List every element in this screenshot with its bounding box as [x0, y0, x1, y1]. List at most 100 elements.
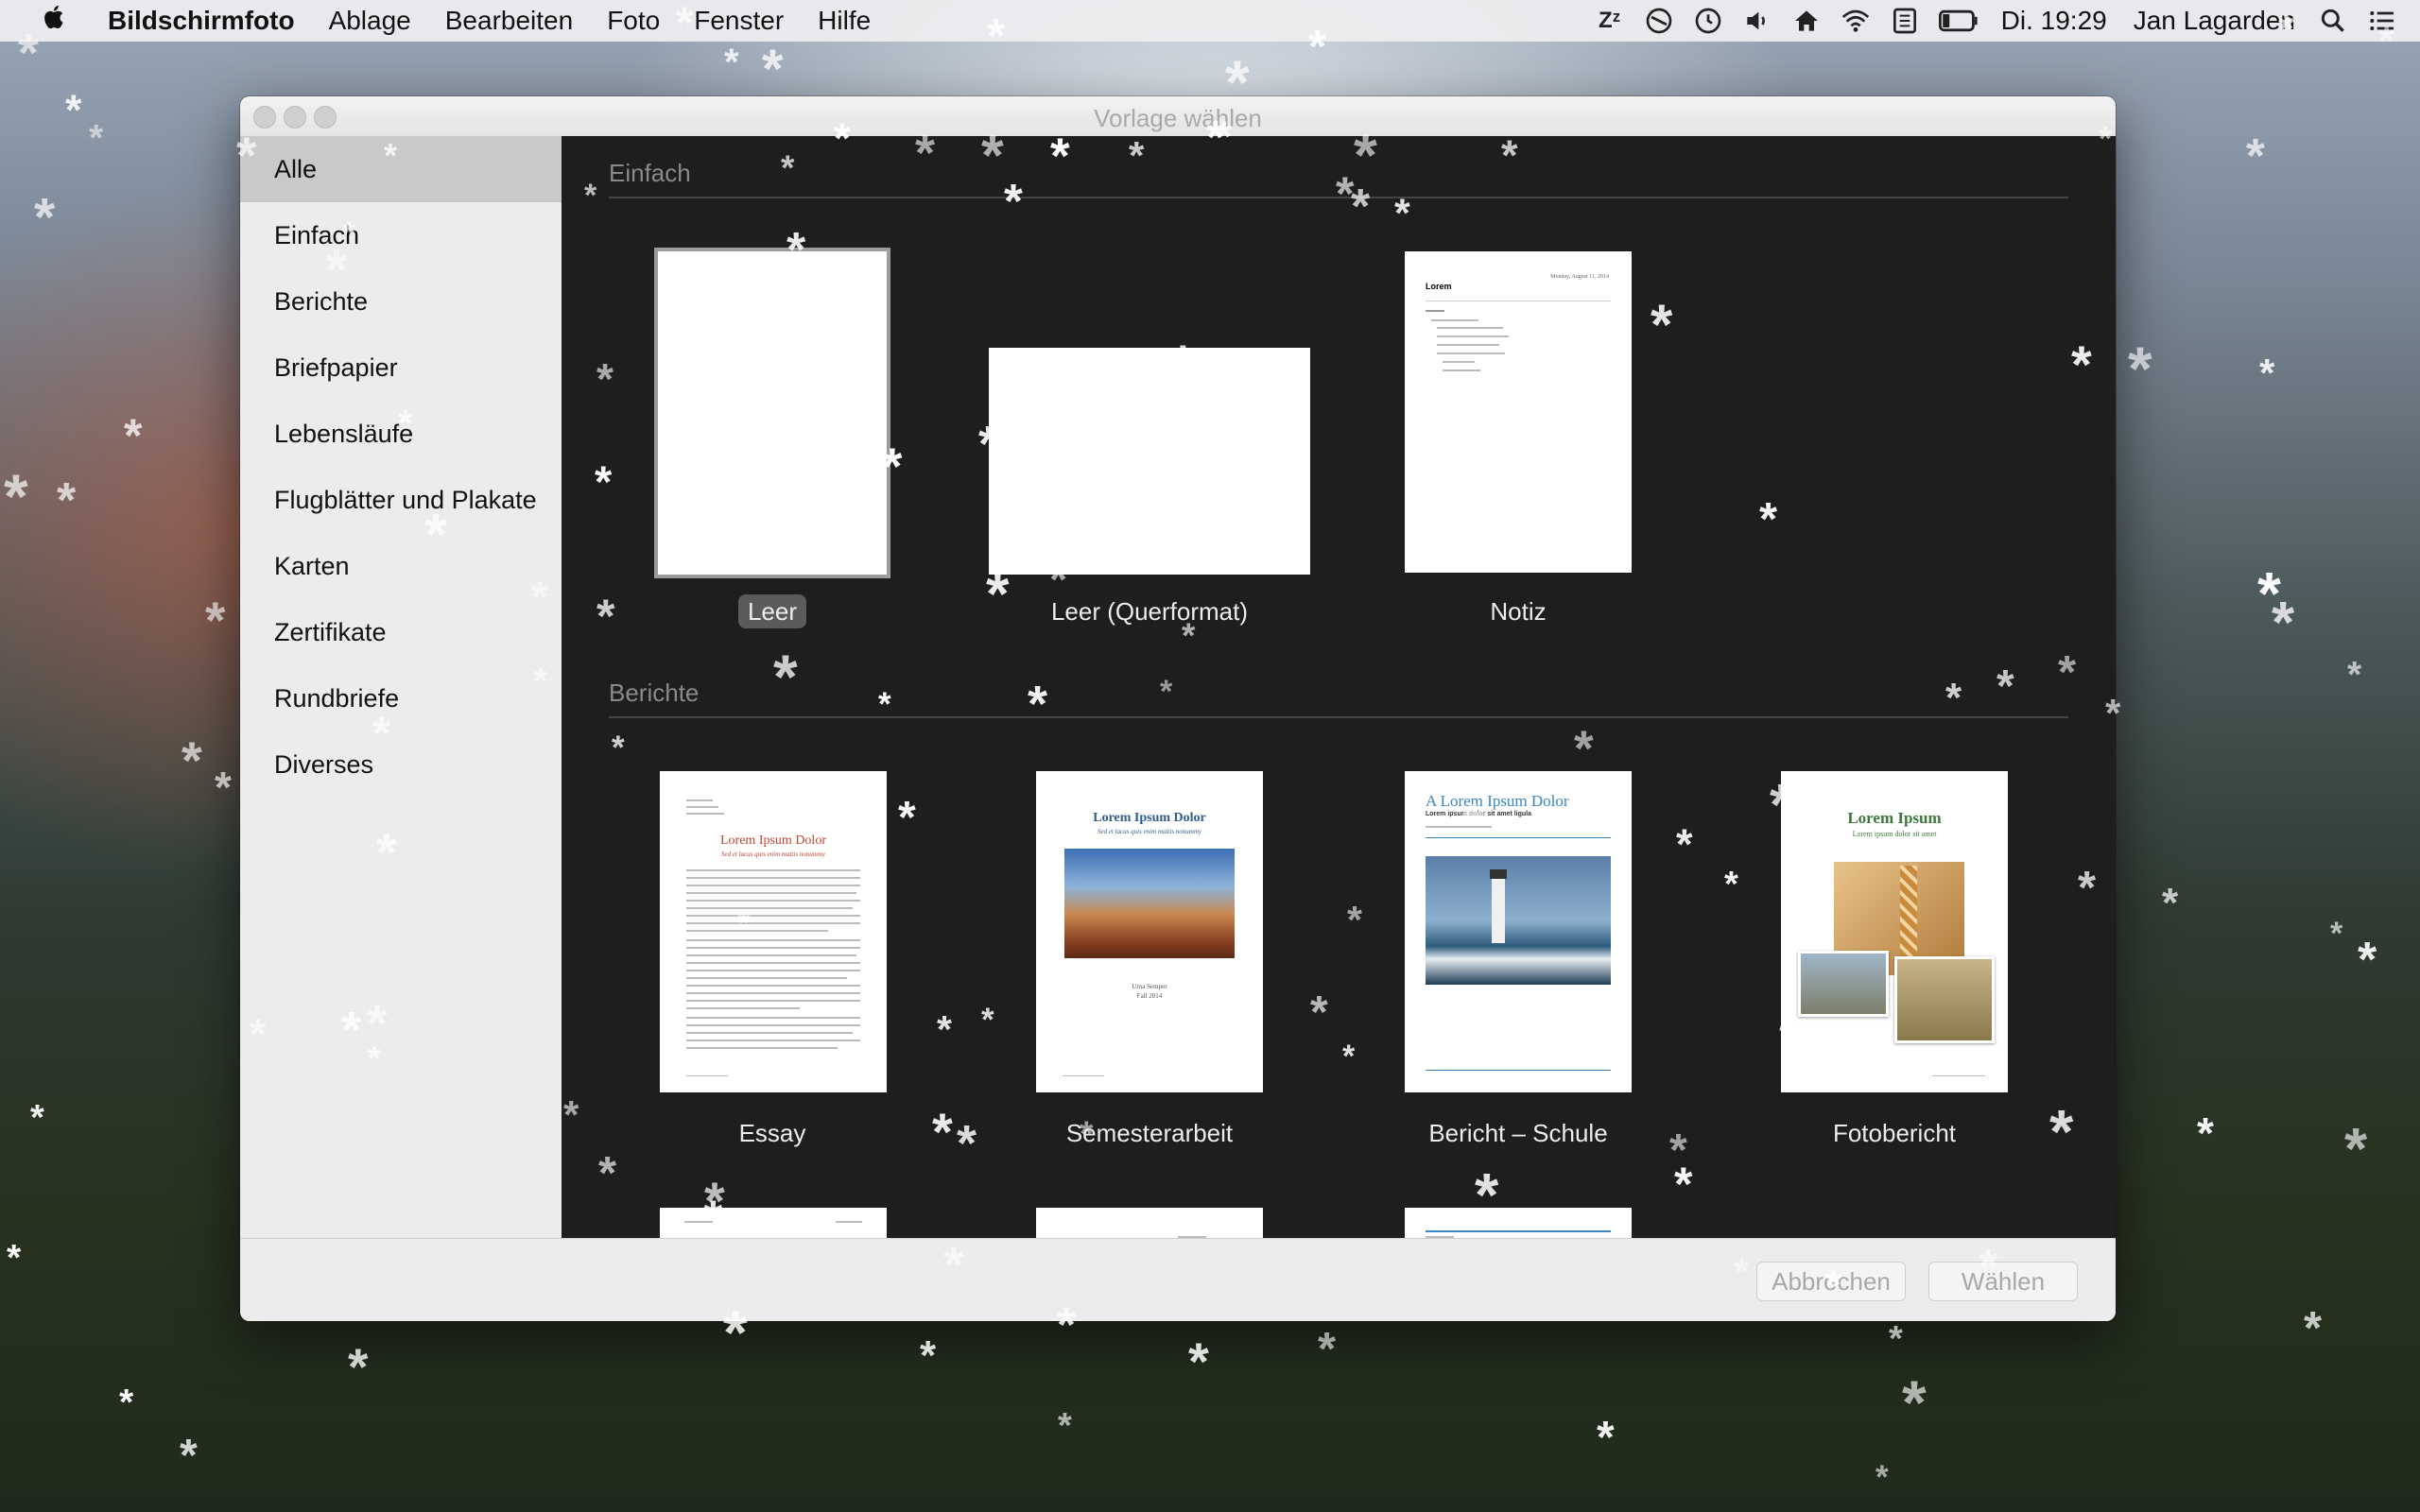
sidebar-item-alle[interactable]: Alle: [240, 136, 562, 202]
template-label-leer-querformat: Leer (Querformat): [1050, 597, 1249, 626]
snowflake-icon: *: [2272, 591, 2295, 656]
foto-thumb-subtitle: Lorem ipsum dolor sit amet: [1852, 830, 1937, 838]
time-machine-icon[interactable]: [1691, 4, 1725, 38]
sidebar-item-lebenslaeufe[interactable]: Lebensläufe: [240, 401, 562, 467]
sleep-icon[interactable]: Zᶻ: [1593, 4, 1627, 38]
menu-fenster[interactable]: Fenster: [688, 6, 789, 36]
menu-bar-clock[interactable]: Di. 19:29: [2001, 6, 2107, 36]
template-label-semesterarbeit: Semesterarbeit: [1065, 1119, 1234, 1147]
canyon-photo: [1064, 849, 1235, 958]
template-thumb-notiz[interactable]: Lorem Monday, August 11, 2014: [1405, 251, 1632, 573]
template-label-leer: Leer: [621, 594, 924, 628]
snowflake-icon: *: [2246, 129, 2265, 182]
essay-thumb-subtitle: Sed et lacus quis enim mattis nonummy: [720, 850, 826, 858]
snowflake-icon: *: [182, 730, 202, 790]
home-icon[interactable]: [1789, 4, 1824, 38]
semester-thumb-subtitle: Sed et lacus quis enim mattis nonummy: [1097, 828, 1202, 835]
battery-icon[interactable]: [1937, 4, 1980, 38]
snowflake-icon: *: [215, 763, 232, 812]
menu-bar: Bildschirmfoto Ablage Bearbeiten Foto Fe…: [0, 0, 2420, 42]
template-thumb-next-1[interactable]: [660, 1208, 887, 1238]
menu-ablage[interactable]: Ablage: [323, 6, 417, 36]
snowflake-icon: *: [1597, 1413, 1615, 1463]
template-thumb-semesterarbeit[interactable]: Lorem Ipsum Dolor Sed et lacus quis enim…: [1036, 771, 1263, 1092]
snowflake-icon: *: [2304, 1303, 2323, 1354]
semester-thumb-term: Fall 2014: [1136, 992, 1163, 1000]
sidebar-item-zertifikate[interactable]: Zertifikate: [240, 599, 562, 665]
snowflake-icon: *: [34, 187, 56, 248]
apple-menu-icon[interactable]: [38, 3, 72, 39]
snowflake-icon: *: [2128, 334, 2152, 404]
snowflake-icon: *: [89, 118, 104, 159]
semester-thumb-title: Lorem Ipsum Dolor: [1093, 811, 1206, 825]
notiz-thumb-date: Monday, August 11, 2014: [1550, 274, 1609, 280]
snowflake-icon: *: [2257, 559, 2281, 627]
snowflake-icon: *: [119, 1383, 134, 1423]
snowflake-icon: *: [180, 1431, 198, 1481]
snowflake-icon: *: [124, 409, 143, 462]
menu-bearbeiten[interactable]: Bearbeiten: [440, 6, 579, 36]
snowflake-icon: *: [1889, 1319, 1903, 1359]
menu-foto[interactable]: Foto: [601, 6, 666, 36]
snowflake-icon: *: [1876, 1459, 1889, 1496]
choose-button[interactable]: Wählen: [1928, 1262, 2078, 1301]
template-thumb-leer-querformat[interactable]: [989, 348, 1310, 575]
template-thumb-essay[interactable]: Lorem Ipsum Dolor Sed et lacus quis enim…: [660, 771, 887, 1092]
category-sidebar: Alle Einfach Berichte Briefpapier Lebens…: [240, 136, 562, 1238]
template-gallery: Einfach Leer Leer (Querformat) Lorem Mon…: [562, 136, 2116, 1238]
lighthouse-photo: [1426, 856, 1611, 985]
sidebar-item-diverses[interactable]: Diverses: [240, 731, 562, 798]
volume-icon[interactable]: [1740, 4, 1774, 38]
meerkat-photo: [1894, 956, 1995, 1043]
snowflake-icon: *: [65, 86, 82, 134]
template-chooser-dialog: Vorlage wählen Alle Einfach Berichte Bri…: [240, 96, 2116, 1321]
title-bar: Vorlage wählen: [240, 96, 2116, 136]
snowflake-icon: *: [2162, 880, 2179, 926]
section-header-einfach: Einfach: [609, 159, 2068, 198]
snowflake-icon: *: [1902, 1367, 1927, 1437]
snowflake-icon: *: [2259, 351, 2275, 395]
snowflake-icon: *: [762, 39, 784, 100]
snowflake-icon: *: [2197, 1108, 2214, 1158]
fast-user-switch[interactable]: Jan Lagarden: [2134, 6, 2295, 36]
template-thumb-fotobericht[interactable]: Lorem Ipsum Lorem ipsum dolor sit amet: [1781, 771, 2008, 1092]
template-thumb-next-3[interactable]: [1405, 1208, 1632, 1238]
sidebar-item-flugblaetter[interactable]: Flugblätter und Plakate: [240, 467, 562, 533]
template-thumb-bericht-schule[interactable]: A Lorem Ipsum Dolor Lorem ipsum dolor si…: [1405, 771, 1632, 1092]
keyboard-icon[interactable]: [1888, 4, 1922, 38]
snowflake-icon: *: [2330, 916, 2343, 952]
notification-center-icon[interactable]: [2365, 4, 2399, 38]
snowflake-icon: *: [30, 1098, 44, 1138]
template-label-essay: Essay: [738, 1119, 806, 1147]
snowflake-icon: *: [2344, 1117, 2368, 1182]
snowflake-icon: *: [920, 1332, 937, 1379]
schule-thumb-subtitle: Lorem ipsum dolor sit amet ligula: [1426, 811, 1532, 817]
app-name-menu[interactable]: Bildschirmfoto: [102, 6, 301, 36]
snowflake-icon: *: [1058, 1406, 1072, 1446]
sidebar-item-einfach[interactable]: Einfach: [240, 202, 562, 268]
snowflake-icon: *: [2347, 655, 2362, 696]
sidebar-item-karten[interactable]: Karten: [240, 533, 562, 599]
snowflake-icon: *: [2358, 933, 2377, 988]
menu-hilfe[interactable]: Hilfe: [812, 6, 876, 36]
semester-thumb-author: Urna Semper: [1132, 983, 1167, 990]
snowflake-icon: *: [7, 1238, 22, 1279]
snowflake-icon: *: [4, 461, 28, 531]
window-title: Vorlage wählen: [1094, 104, 1262, 132]
cancel-button[interactable]: Abbrechen: [1756, 1262, 1906, 1301]
snowflake-icon: *: [348, 1337, 369, 1396]
sidebar-item-rundbriefe[interactable]: Rundbriefe: [240, 665, 562, 731]
sidebar-item-berichte[interactable]: Berichte: [240, 268, 562, 335]
wifi-icon[interactable]: [1839, 4, 1873, 38]
template-thumb-next-2[interactable]: [1036, 1208, 1263, 1238]
section-header-berichte: Berichte: [609, 679, 2068, 718]
sidebar-item-briefpapier[interactable]: Briefpapier: [240, 335, 562, 401]
dialog-footer: Abbrechen Wählen: [240, 1238, 2116, 1321]
spotlight-icon[interactable]: [2316, 4, 2350, 38]
do-not-disturb-icon[interactable]: [1642, 4, 1676, 38]
snowflake-icon: *: [205, 591, 226, 649]
template-thumb-leer[interactable]: [654, 248, 890, 578]
elephant-photo: [1798, 951, 1889, 1017]
template-label-bericht-schule: Bericht – Schule: [1428, 1119, 1608, 1147]
notiz-thumb-title: Lorem: [1426, 282, 1452, 291]
